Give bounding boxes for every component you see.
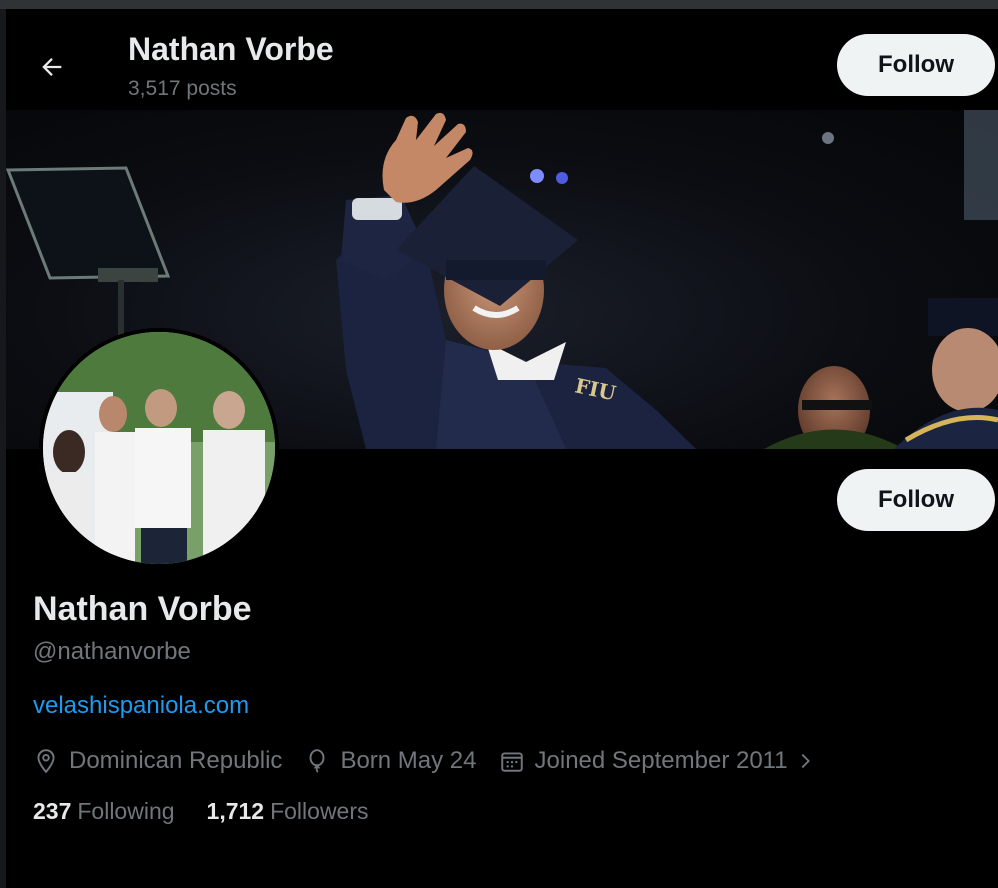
profile-handle: @nathanvorbe <box>33 638 191 665</box>
joined-item[interactable]: Joined September 2011 <box>499 747 816 775</box>
chevron-right-icon <box>801 753 810 769</box>
followers-link[interactable]: 1,712 Followers <box>207 798 369 825</box>
follow-button[interactable]: Follow <box>837 469 995 531</box>
following-link[interactable]: 237 Following <box>33 798 175 825</box>
profile-display-name: Nathan Vorbe <box>33 590 252 628</box>
following-count: 237 <box>33 798 72 824</box>
location-pin-icon <box>37 749 55 774</box>
profile-avatar[interactable] <box>39 328 279 568</box>
profile-meta-row: Dominican Republic Born May 24 Joined Se… <box>33 743 838 779</box>
back-button[interactable] <box>34 49 70 85</box>
followers-label: Followers <box>270 798 369 824</box>
joined-text: Joined September 2011 <box>534 747 788 774</box>
profile-stats: 237 Following 1,712 Followers <box>33 798 401 825</box>
header-title: Nathan Vorbe <box>128 31 334 67</box>
location-text: Dominican Republic <box>69 747 283 774</box>
window-top-border <box>0 0 998 9</box>
followers-count: 1,712 <box>206 798 265 824</box>
birthday-item: Born May 24 <box>304 747 477 775</box>
calendar-icon <box>500 752 523 772</box>
location-item: Dominican Republic <box>33 747 282 775</box>
header-follow-button[interactable]: Follow <box>837 34 995 96</box>
birthday-text: Born May 24 <box>340 747 477 774</box>
following-label: Following <box>77 798 175 824</box>
balloon-icon <box>309 749 325 773</box>
header-posts-count: 3,517 posts <box>128 77 237 100</box>
arrow-left-icon <box>42 58 62 76</box>
profile-website-link[interactable]: velashispaniola.com <box>33 692 249 720</box>
avatar-photo <box>43 332 275 564</box>
